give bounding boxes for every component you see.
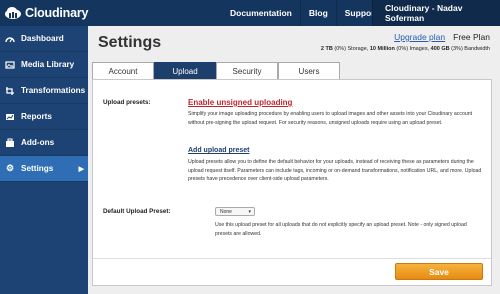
gear-icon: ⚙ — [5, 163, 15, 173]
usage-summary: 2 TB (0%) Storage, 10 Million (0%) Image… — [321, 46, 490, 52]
default-preset-select[interactable]: None ▾ — [215, 207, 255, 216]
user-menu[interactable]: Cloudinary - Nadav Soferman — [372, 0, 500, 26]
cloud-logo-icon — [4, 6, 22, 20]
sidebar-item-settings[interactable]: ⚙ Settings ▶ — [0, 156, 88, 182]
dashboard-icon — [5, 34, 15, 44]
sidebar-item-reports[interactable]: Reports — [0, 104, 88, 130]
sidebar: Dashboard Media Library Transformations … — [0, 26, 88, 294]
usage-images-text: (0%) Images, — [394, 46, 431, 52]
top-nav: Documentation Blog Support — [222, 0, 385, 26]
divider — [93, 258, 491, 259]
sidebar-item-transformations[interactable]: Transformations — [0, 78, 88, 104]
tab-security[interactable]: Security — [216, 62, 278, 79]
upload-settings-card: Upload presets: Enable unsigned uploadin… — [92, 79, 492, 286]
default-preset-label: Default Upload Preset: — [103, 208, 171, 215]
sidebar-item-dashboard[interactable]: Dashboard — [0, 26, 88, 52]
plan-name: Free Plan — [453, 32, 490, 42]
sidebar-item-media-library[interactable]: Media Library — [0, 52, 88, 78]
preset-description: Upload presets allow you to define the d… — [188, 159, 482, 182]
sidebar-item-label: Reports — [21, 112, 52, 121]
upgrade-plan-link[interactable]: Upgrade plan — [394, 32, 445, 42]
reports-icon — [5, 112, 15, 122]
chevron-right-icon: ▶ — [78, 165, 84, 173]
app-name: Cloudinary — [25, 6, 89, 20]
usage-storage-value: 2 TB — [320, 46, 333, 52]
usage-bandwidth-value: 400 GB — [430, 46, 450, 52]
tab-users[interactable]: Users — [278, 62, 340, 79]
transformations-icon — [5, 86, 15, 96]
tab-upload[interactable]: Upload — [154, 62, 216, 79]
addons-icon — [5, 138, 15, 148]
sidebar-item-label: Transformations — [21, 86, 86, 95]
main-panel: Settings Upgrade plan Free Plan 2 TB (0%… — [88, 26, 500, 294]
usage-bandwidth-text: (3%) Bandwidth — [449, 46, 490, 52]
sidebar-item-label: Media Library — [21, 60, 75, 69]
logo[interactable]: Cloudinary — [0, 0, 88, 26]
usage-storage-text: (0%) Storage, — [332, 46, 370, 52]
chevron-down-icon: ▾ — [248, 208, 251, 215]
sidebar-item-label: Settings — [21, 164, 54, 173]
page-title: Settings — [98, 34, 162, 51]
blog-link[interactable]: Blog — [299, 0, 336, 26]
sidebar-item-label: Dashboard — [21, 34, 64, 43]
sidebar-item-label: Add-ons — [21, 138, 55, 147]
unsigned-description: Simplify your image uploading procedure … — [188, 111, 473, 126]
usage-images-value: 10 Million — [369, 46, 395, 52]
default-preset-description: Use this upload preset for all uploads t… — [215, 222, 467, 237]
upload-presets-label: Upload presets: — [103, 99, 151, 106]
tab-account[interactable]: Account — [92, 62, 154, 79]
settings-tabs: Account Upload Security Users — [88, 62, 500, 79]
documentation-link[interactable]: Documentation — [222, 0, 300, 26]
default-preset-value: None — [220, 208, 232, 215]
sidebar-item-addons[interactable]: Add-ons — [0, 130, 88, 156]
top-bar: Cloudinary Documentation Blog Support Cl… — [0, 0, 500, 26]
add-preset-link[interactable]: Add upload preset — [188, 147, 249, 154]
plan-info: Upgrade plan Free Plan — [394, 32, 490, 42]
enable-unsigned-link[interactable]: Enable unsigned uploading — [188, 98, 292, 107]
save-button[interactable]: Save — [395, 263, 483, 280]
media-library-icon — [5, 60, 15, 70]
